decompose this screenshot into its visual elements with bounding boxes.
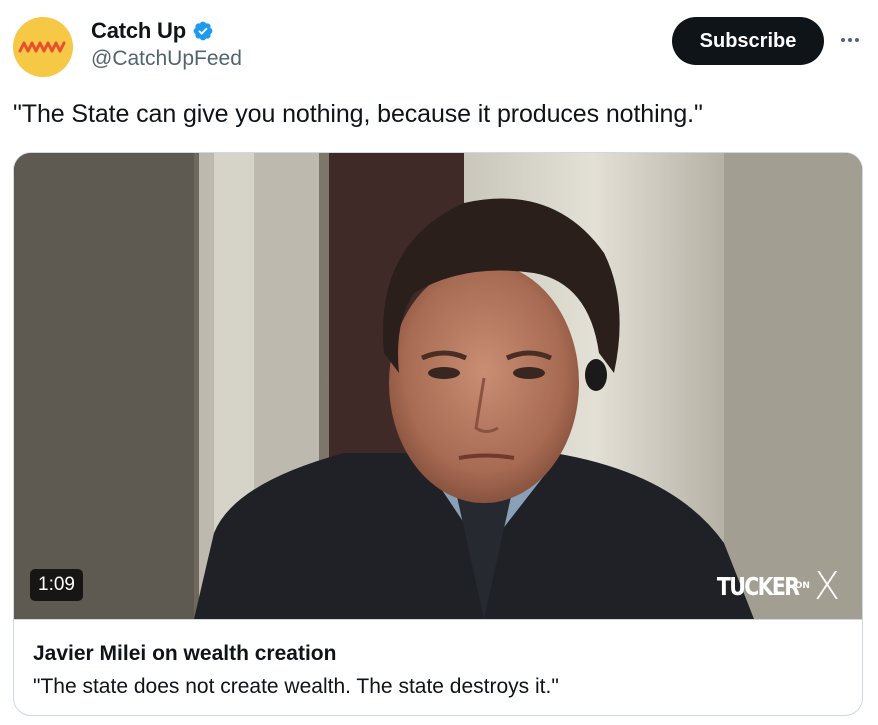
handle[interactable]: @CatchUpFeed (91, 47, 242, 71)
tucker-on-x-watermark: TUCKER ON X (699, 564, 840, 608)
subscribe-button[interactable]: Subscribe (672, 17, 824, 65)
x-logo-icon: X (813, 564, 840, 608)
watermark-text: TUCKER (717, 571, 800, 601)
wave-logo-icon (18, 41, 66, 53)
video-thumbnail (14, 153, 862, 619)
avatar[interactable] (13, 17, 73, 77)
tweet-header: Catch Up @CatchUpFeed Subscribe (13, 14, 864, 84)
card-info[interactable]: Javier Milei on wealth creation "The sta… (14, 619, 862, 715)
more-options-icon[interactable] (836, 26, 864, 54)
display-name[interactable]: Catch Up (91, 18, 186, 44)
card-description: "The state does not create wealth. The s… (33, 675, 559, 698)
video-duration: 1:09 (30, 569, 83, 601)
video-card[interactable]: 1:09 TUCKER ON X Javier Milei on wealth … (13, 152, 863, 716)
author-info: Catch Up @CatchUpFeed (91, 18, 242, 71)
card-title: Javier Milei on wealth creation (33, 642, 337, 665)
video-player[interactable]: 1:09 TUCKER ON X (14, 153, 862, 619)
verified-badge-icon[interactable] (192, 20, 214, 42)
tweet-text: "The State can give you nothing, because… (13, 100, 703, 128)
